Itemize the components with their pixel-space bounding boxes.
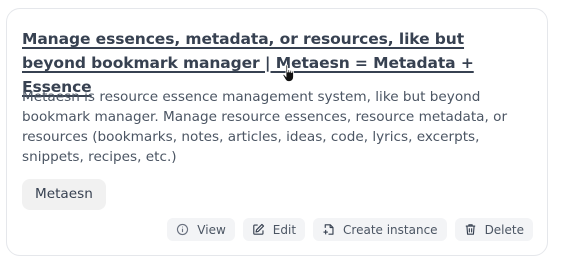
hand-pointer-icon <box>281 64 297 84</box>
card-description: Metaesn is resource essence management s… <box>22 89 508 165</box>
resource-card: Manage essences, metadata, or resources,… <box>6 8 548 256</box>
info-icon <box>176 223 189 236</box>
create-instance-button[interactable]: Create instance <box>313 218 447 241</box>
tag-chip[interactable]: Metaesn <box>22 179 106 210</box>
view-button-label: View <box>197 222 226 237</box>
trash-icon <box>464 223 477 236</box>
edit-button-label: Edit <box>272 222 297 237</box>
delete-button[interactable]: Delete <box>454 218 533 241</box>
create-instance-button-label: Create instance <box>343 222 438 237</box>
create-instance-icon <box>322 223 335 236</box>
delete-button-label: Delete <box>484 222 524 237</box>
edit-button[interactable]: Edit <box>242 218 306 241</box>
card-actions: View Edit Create instance Delete <box>167 218 533 241</box>
edit-icon <box>252 223 265 236</box>
view-button[interactable]: View <box>167 218 235 241</box>
